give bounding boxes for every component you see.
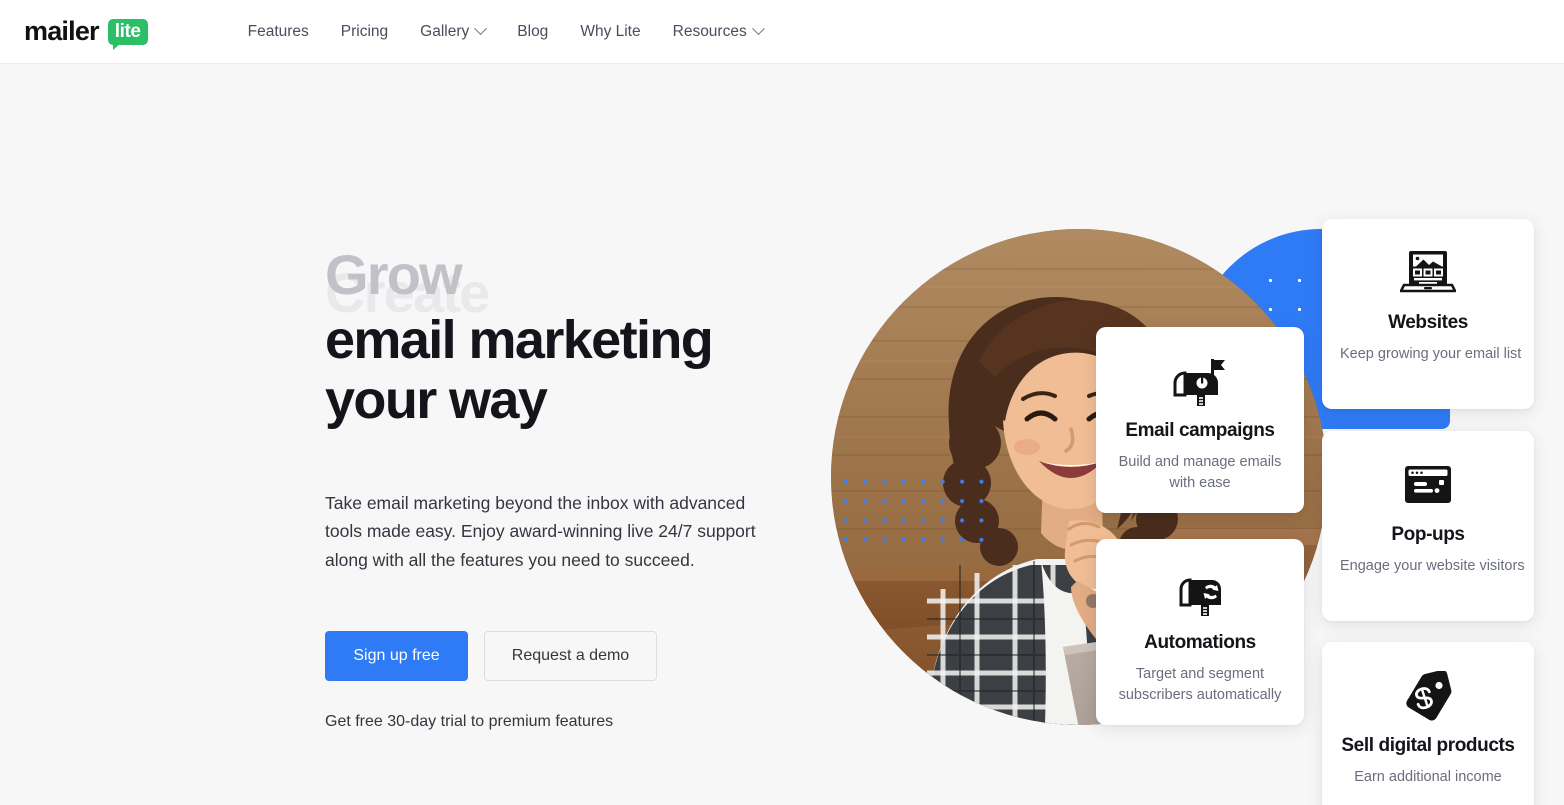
card-description: Build and manage emails with ease [1118,454,1282,492]
nav-item-gallery[interactable]: Gallery [404,15,501,49]
nav-label-features: Features [247,22,309,40]
chevron-down-icon [751,22,765,36]
nav-item-why-lite[interactable]: Why Lite [564,15,656,49]
hero-section: Create Grow email marketing your way Tak… [0,64,1564,805]
request-a-demo-button[interactable]: Request a demo [484,630,657,681]
card-title: Pop-ups [1391,524,1465,545]
logo-wordmark: mailer [24,16,100,46]
nav-item-blog[interactable]: Blog [501,15,564,49]
card-title: Automations [1144,632,1256,653]
feature-card-websites[interactable]: Websites Keep growing your email list [1322,219,1534,409]
logo-mailerlite[interactable]: mailer lite [24,16,148,50]
hero-subtext: Take email marketing beyond the inbox wi… [325,492,756,570]
card-description: Earn additional income [1354,769,1502,786]
card-description: Engage your website visitors [1340,558,1525,575]
primary-nav: Features Pricing Gallery Blog Why Lite R… [232,15,779,49]
card-description: Target and segment subscribers automatic… [1118,666,1282,704]
card-title: Sell digital products [1341,735,1515,756]
sign-up-free-button[interactable]: Sign up free [325,630,468,681]
laptop-webpage-icon [1340,245,1516,301]
browser-window-icon [1340,457,1516,513]
nav-label-why-lite: Why Lite [580,22,641,40]
feature-card-popups[interactable]: Pop-ups Engage your website visitors [1322,431,1534,621]
nav-item-features[interactable]: Features [232,15,325,49]
nav-label-gallery: Gallery [420,22,470,40]
logo-badge-label: lite [114,20,141,42]
card-title: Email campaigns [1125,420,1275,441]
price-tag-dollar-icon [1340,668,1516,724]
feature-card-email-campaigns[interactable]: Email campaigns Build and manage emails … [1096,327,1304,513]
trial-note: Get free 30-day trial to premium feature… [325,712,614,730]
nav-label-resources: Resources [672,22,747,40]
nav-label-pricing: Pricing [340,22,389,40]
nav-label-blog: Blog [517,22,549,40]
site-header: mailer lite Features Pricing Gallery Blo… [0,0,1564,64]
blue-dot-grid [836,472,998,550]
logo-lite-bubble: lite [107,18,148,50]
headline-line-2: your way [325,370,548,431]
card-title: Websites [1388,312,1468,333]
headline-word-rotator: Create Grow [325,243,795,323]
hero-copy: Create Grow email marketing your way Tak… [325,244,795,731]
chevron-down-icon [474,22,488,36]
card-description: Keep growing your email list [1340,346,1522,363]
rotating-word-incoming: Grow [325,243,463,306]
feature-card-automations[interactable]: Automations Target and segment subscribe… [1096,539,1304,725]
nav-item-pricing[interactable]: Pricing [325,15,404,49]
nav-item-resources[interactable]: Resources [657,15,779,49]
mailbox-sync-icon [1114,565,1286,621]
mailbox-flag-icon [1114,353,1286,409]
hero-cta-row: Sign up free Request a demo [325,630,795,681]
feature-card-sell-digital-products[interactable]: Sell digital products Earn additional in… [1322,642,1534,805]
hero-visual: Love My Job [820,64,1564,805]
hero-headline: email marketing your way [325,310,795,431]
